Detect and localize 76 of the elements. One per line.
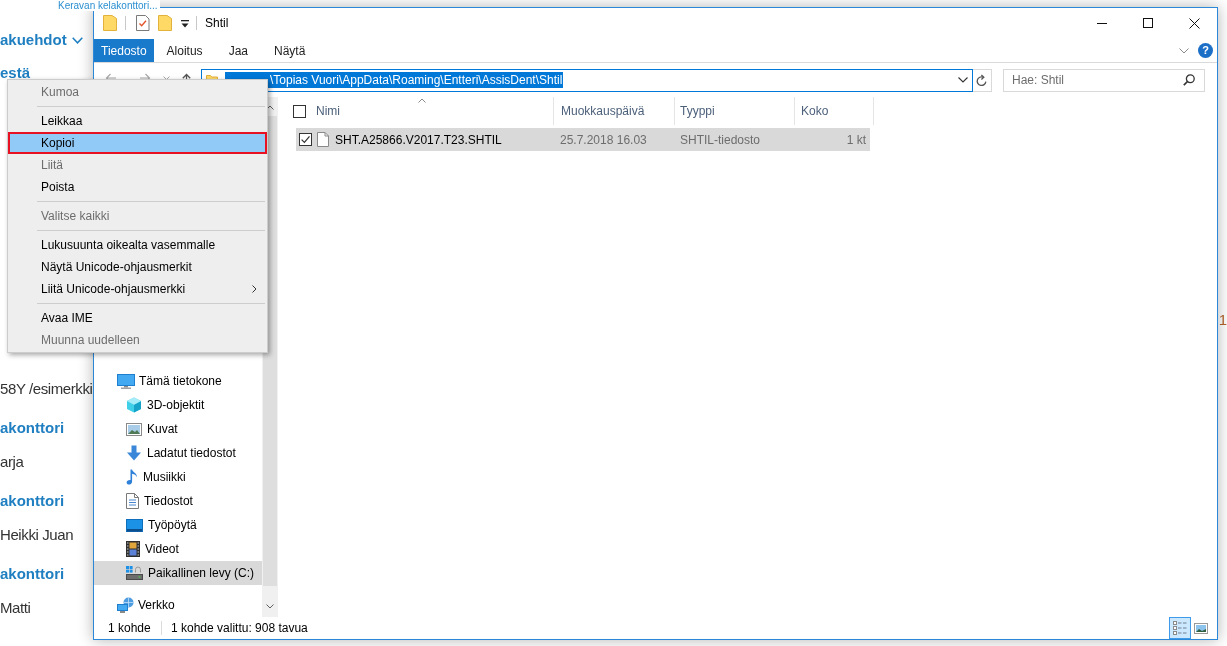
selection-info: 1 kohde valittu: 908 tavua bbox=[171, 620, 308, 637]
chevron-down-icon[interactable] bbox=[958, 77, 968, 83]
cube-icon bbox=[126, 397, 142, 413]
search-icon[interactable] bbox=[1183, 73, 1195, 86]
dropdown-arrow-icon[interactable] bbox=[181, 20, 189, 28]
number-text: 1 bbox=[1218, 311, 1227, 329]
heading-text: akonttori bbox=[0, 418, 65, 438]
column-header[interactable]: Nimi bbox=[306, 97, 553, 125]
film-strip-icon bbox=[126, 541, 140, 557]
file-icon bbox=[317, 132, 329, 147]
sort-caret-icon bbox=[418, 98, 426, 103]
document-check-icon[interactable] bbox=[136, 15, 150, 31]
download-arrow-icon bbox=[126, 445, 142, 461]
nav-item[interactable]: 3D-objektit bbox=[94, 393, 262, 417]
heading-text: akonttori bbox=[0, 491, 65, 511]
nav-item[interactable]: Verkko bbox=[94, 593, 262, 617]
body-text: Matti bbox=[0, 598, 31, 618]
column-header[interactable]: Muokkauspäivä bbox=[553, 97, 674, 125]
menu-item[interactable]: Liitä Unicode-ohjausmerkki bbox=[8, 278, 267, 300]
body-text: 58Y /esimerkki bbox=[0, 379, 93, 399]
nav-item[interactable]: Työpöytä bbox=[94, 513, 262, 537]
nav-item[interactable]: Kuvat bbox=[94, 417, 262, 441]
ribbon-tab[interactable]: Aloitus bbox=[153, 39, 216, 62]
modified-date: 25.7.2018 16.03 bbox=[560, 131, 647, 149]
screen-icon bbox=[126, 518, 143, 532]
window-title: Shtil bbox=[205, 16, 229, 31]
picture-icon bbox=[1194, 622, 1208, 634]
heading-text: akonttori bbox=[0, 564, 65, 584]
menu-item[interactable]: Avaa IME bbox=[8, 307, 267, 329]
drive-icon bbox=[126, 566, 143, 580]
close-icon bbox=[1188, 17, 1200, 29]
ribbon-tab[interactable]: Jaa bbox=[215, 39, 261, 62]
details-list-icon bbox=[1173, 621, 1187, 635]
nav-item[interactable]: Paikallinen levy (C:) bbox=[94, 561, 262, 585]
menu-item[interactable]: Kopioi bbox=[8, 132, 267, 154]
column-header[interactable]: Tyyppi bbox=[674, 97, 794, 125]
menu-item[interactable]: Lukusuunta oikealta vasemmalle bbox=[8, 234, 267, 256]
scroll-down-icon[interactable] bbox=[266, 604, 274, 609]
network-icon bbox=[117, 597, 134, 613]
body-text: Heikki Juan bbox=[0, 525, 74, 545]
dropdown-caret-icon[interactable] bbox=[163, 76, 170, 80]
file-name: SHT.A25866.V2017.T23.SHTIL bbox=[335, 131, 502, 149]
menu-item[interactable]: Poista bbox=[8, 176, 267, 198]
document-icon bbox=[126, 493, 139, 509]
chevron-down-icon bbox=[71, 36, 83, 44]
ribbon-tab[interactable]: Tiedosto bbox=[94, 39, 154, 62]
checkbox[interactable] bbox=[299, 133, 312, 146]
menu-item[interactable]: Näytä Unicode-ohjausmerkit bbox=[8, 256, 267, 278]
nav-item[interactable]: Musiikki bbox=[94, 465, 262, 489]
menu-item[interactable]: Leikkaa bbox=[8, 110, 267, 132]
nav-item[interactable]: Tämä tietokone bbox=[94, 369, 262, 393]
minimize-icon bbox=[1097, 22, 1107, 24]
checkbox[interactable] bbox=[293, 104, 306, 118]
monitor-icon bbox=[117, 373, 135, 389]
picture-icon bbox=[126, 422, 142, 436]
search-field[interactable]: Hae: Shtil bbox=[1003, 68, 1205, 92]
heading-text: estä bbox=[0, 63, 31, 83]
nav-item[interactable]: Ladatut tiedostot bbox=[94, 441, 262, 465]
help-button[interactable]: ? bbox=[1198, 43, 1213, 58]
maximize-icon bbox=[1143, 18, 1153, 28]
ribbon-tab[interactable]: Näytä bbox=[261, 39, 319, 62]
page-link[interactable]: Keravan kelakonttori... bbox=[58, 0, 160, 11]
nav-item[interactable]: Videot bbox=[94, 537, 262, 561]
body-text: arja bbox=[0, 452, 24, 472]
nav-item[interactable]: Tiedostot bbox=[94, 489, 262, 513]
file-size: 1 kt bbox=[846, 131, 866, 149]
file-row[interactable]: SHT.A25866.V2017.T23.SHTIL 25.7.2018 16.03 SHTIL-tiedosto 1 kt bbox=[296, 128, 870, 151]
column-header[interactable]: Koko bbox=[794, 97, 874, 125]
details-view-button[interactable] bbox=[1169, 617, 1191, 639]
refresh-icon bbox=[976, 73, 988, 87]
music-note-icon bbox=[126, 469, 138, 485]
refresh-button[interactable] bbox=[973, 68, 992, 92]
file-type: SHTIL-tiedosto bbox=[680, 131, 761, 149]
item-count: 1 kohde bbox=[108, 620, 151, 637]
dropdown-toggle[interactable]: akuehdot bbox=[0, 28, 83, 52]
address-path: \Topias Vuori\AppData\Roaming\Entteri\AssisDent\Shtil bbox=[270, 72, 563, 89]
